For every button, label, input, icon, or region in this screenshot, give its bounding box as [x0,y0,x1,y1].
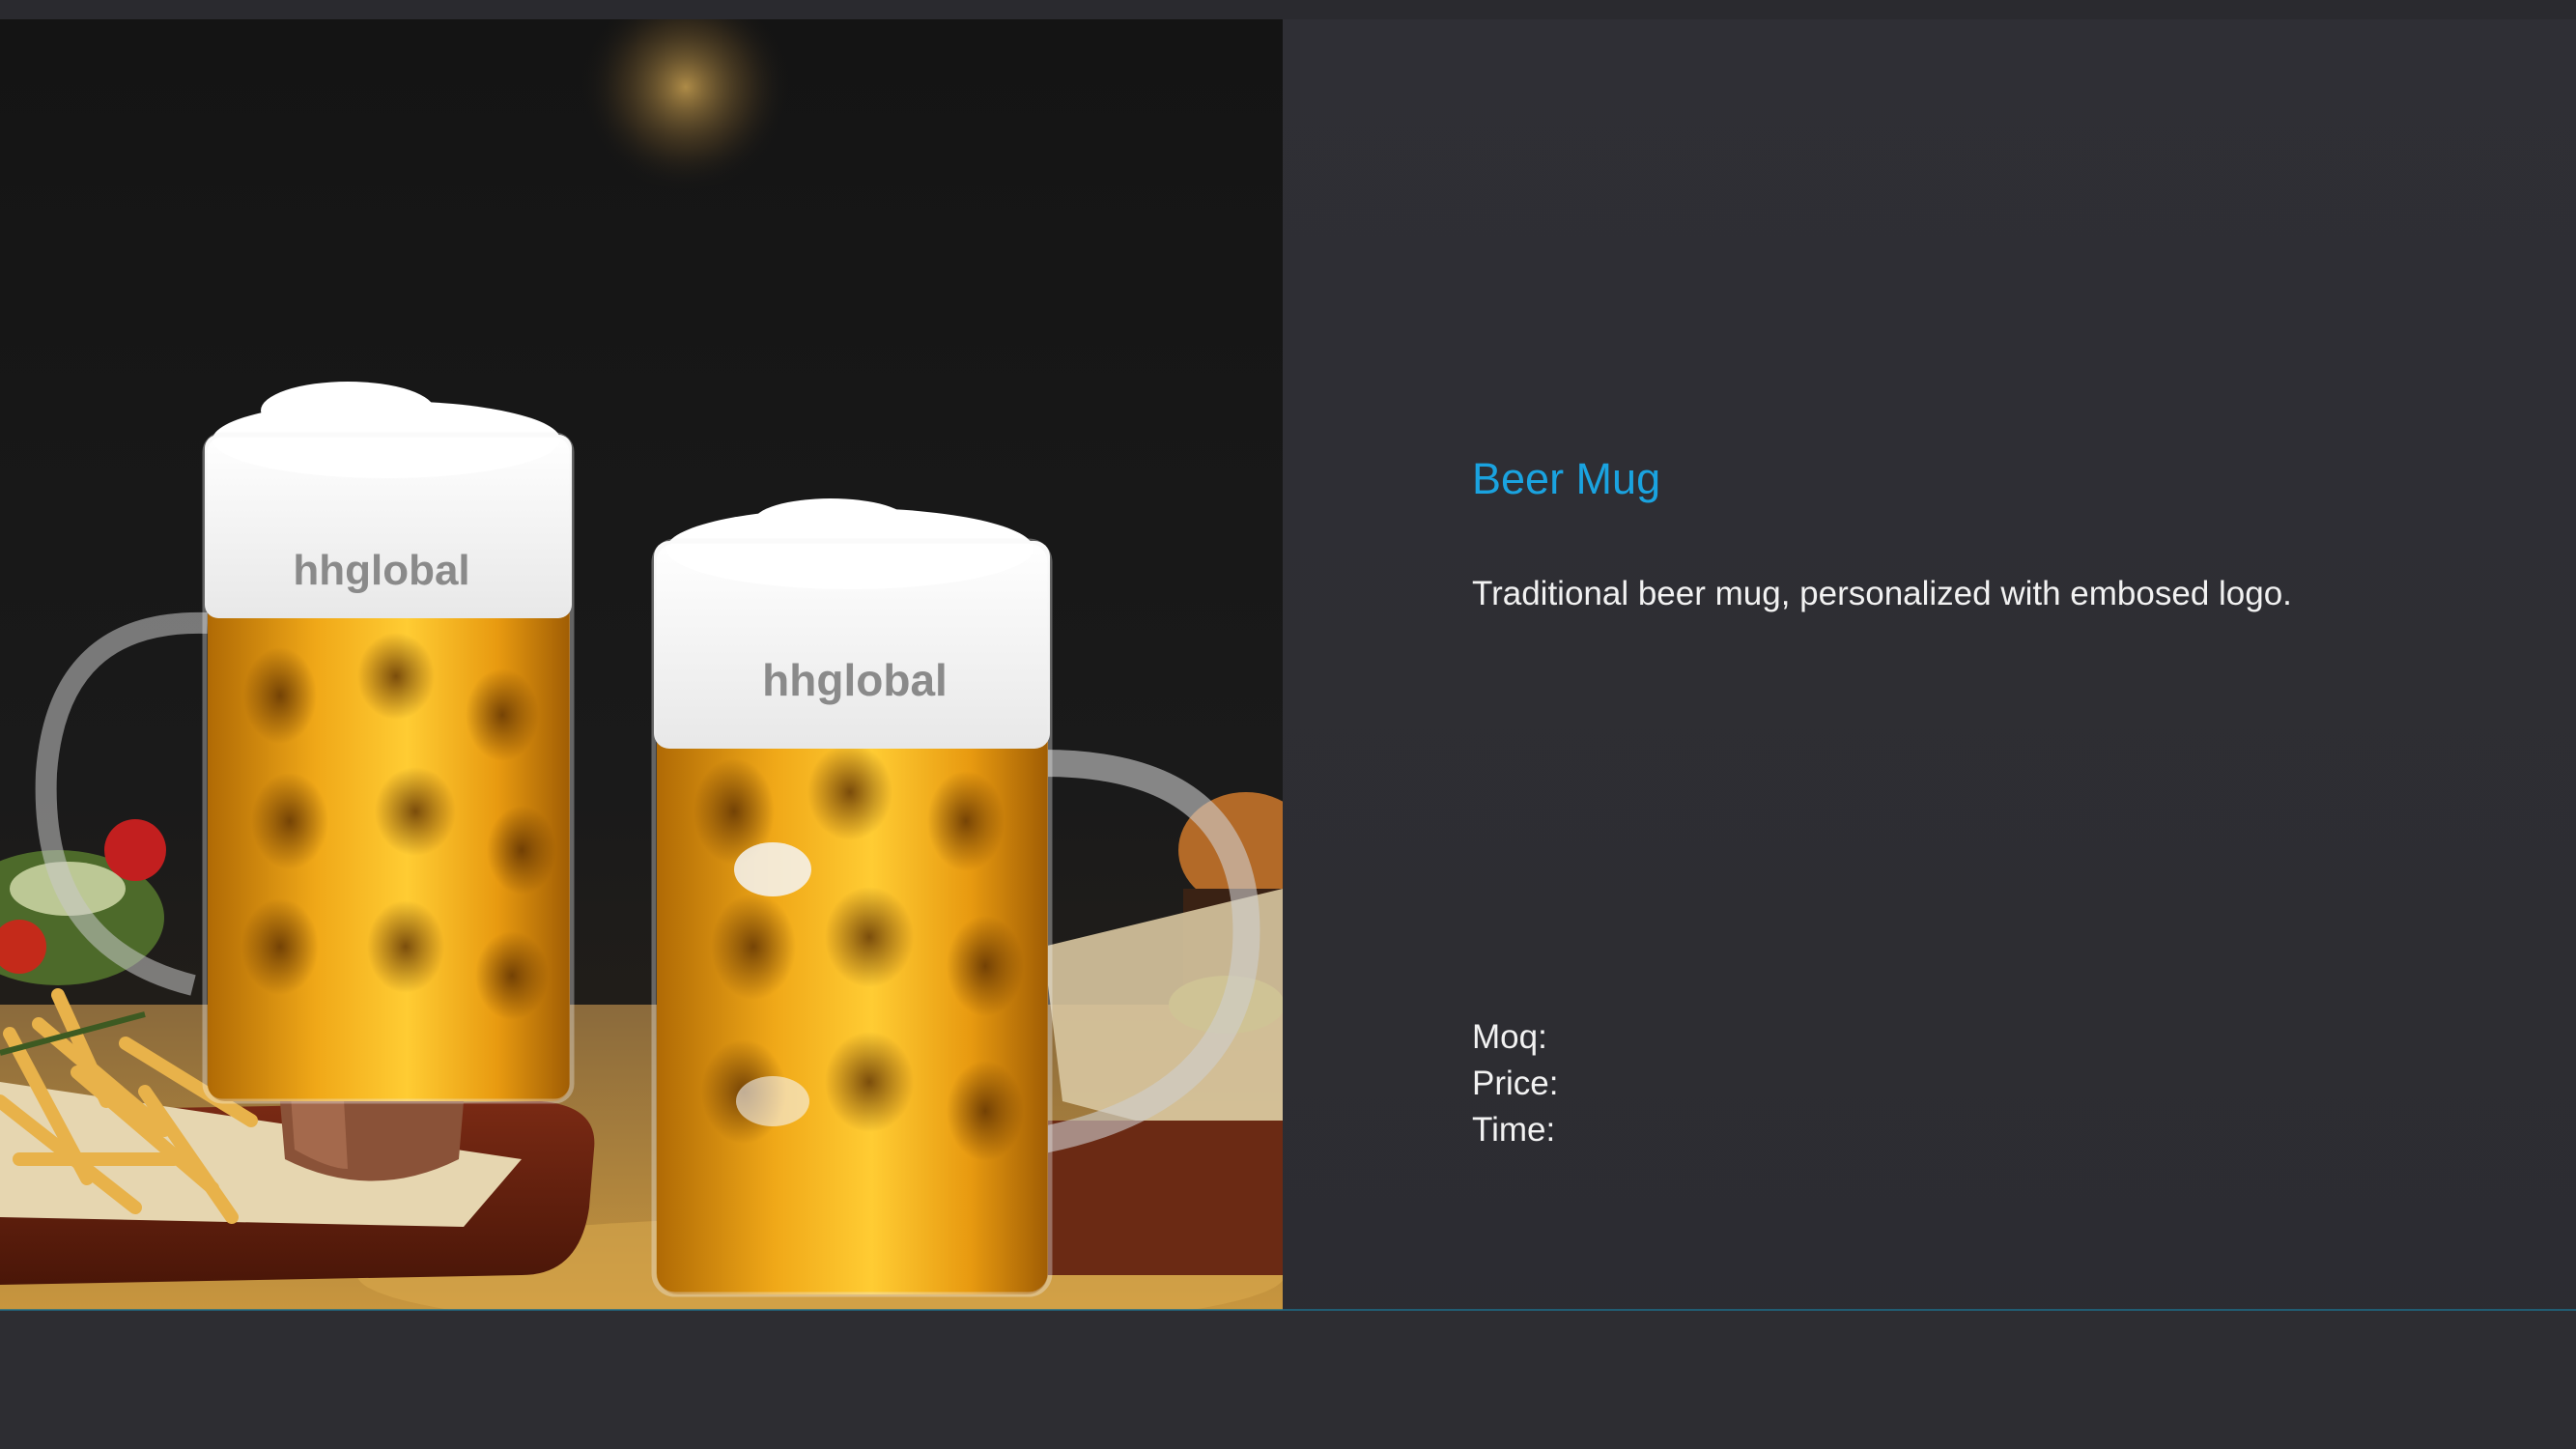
product-title: Beer Mug [1472,454,1661,503]
slide: hhglobal hhglobal Beer Mug Traditional b… [0,0,2576,1449]
bottom-band [0,1311,2576,1449]
product-photo: hhglobal hhglobal [0,19,1283,1310]
product-description: Traditional beer mug, personalized with … [1472,575,2292,612]
mug-logo: hhglobal [762,655,948,705]
time-label: Time: [1472,1111,1556,1149]
mug-logo: hhglobal [293,547,469,594]
beer-mugs-image: hhglobal hhglobal [0,19,1283,1310]
price-label: Price: [1472,1065,1559,1102]
product-specs: Moq: Price: Time: [1472,1014,1558,1153]
moq-label: Moq: [1472,1018,1547,1056]
top-band [0,0,2576,19]
